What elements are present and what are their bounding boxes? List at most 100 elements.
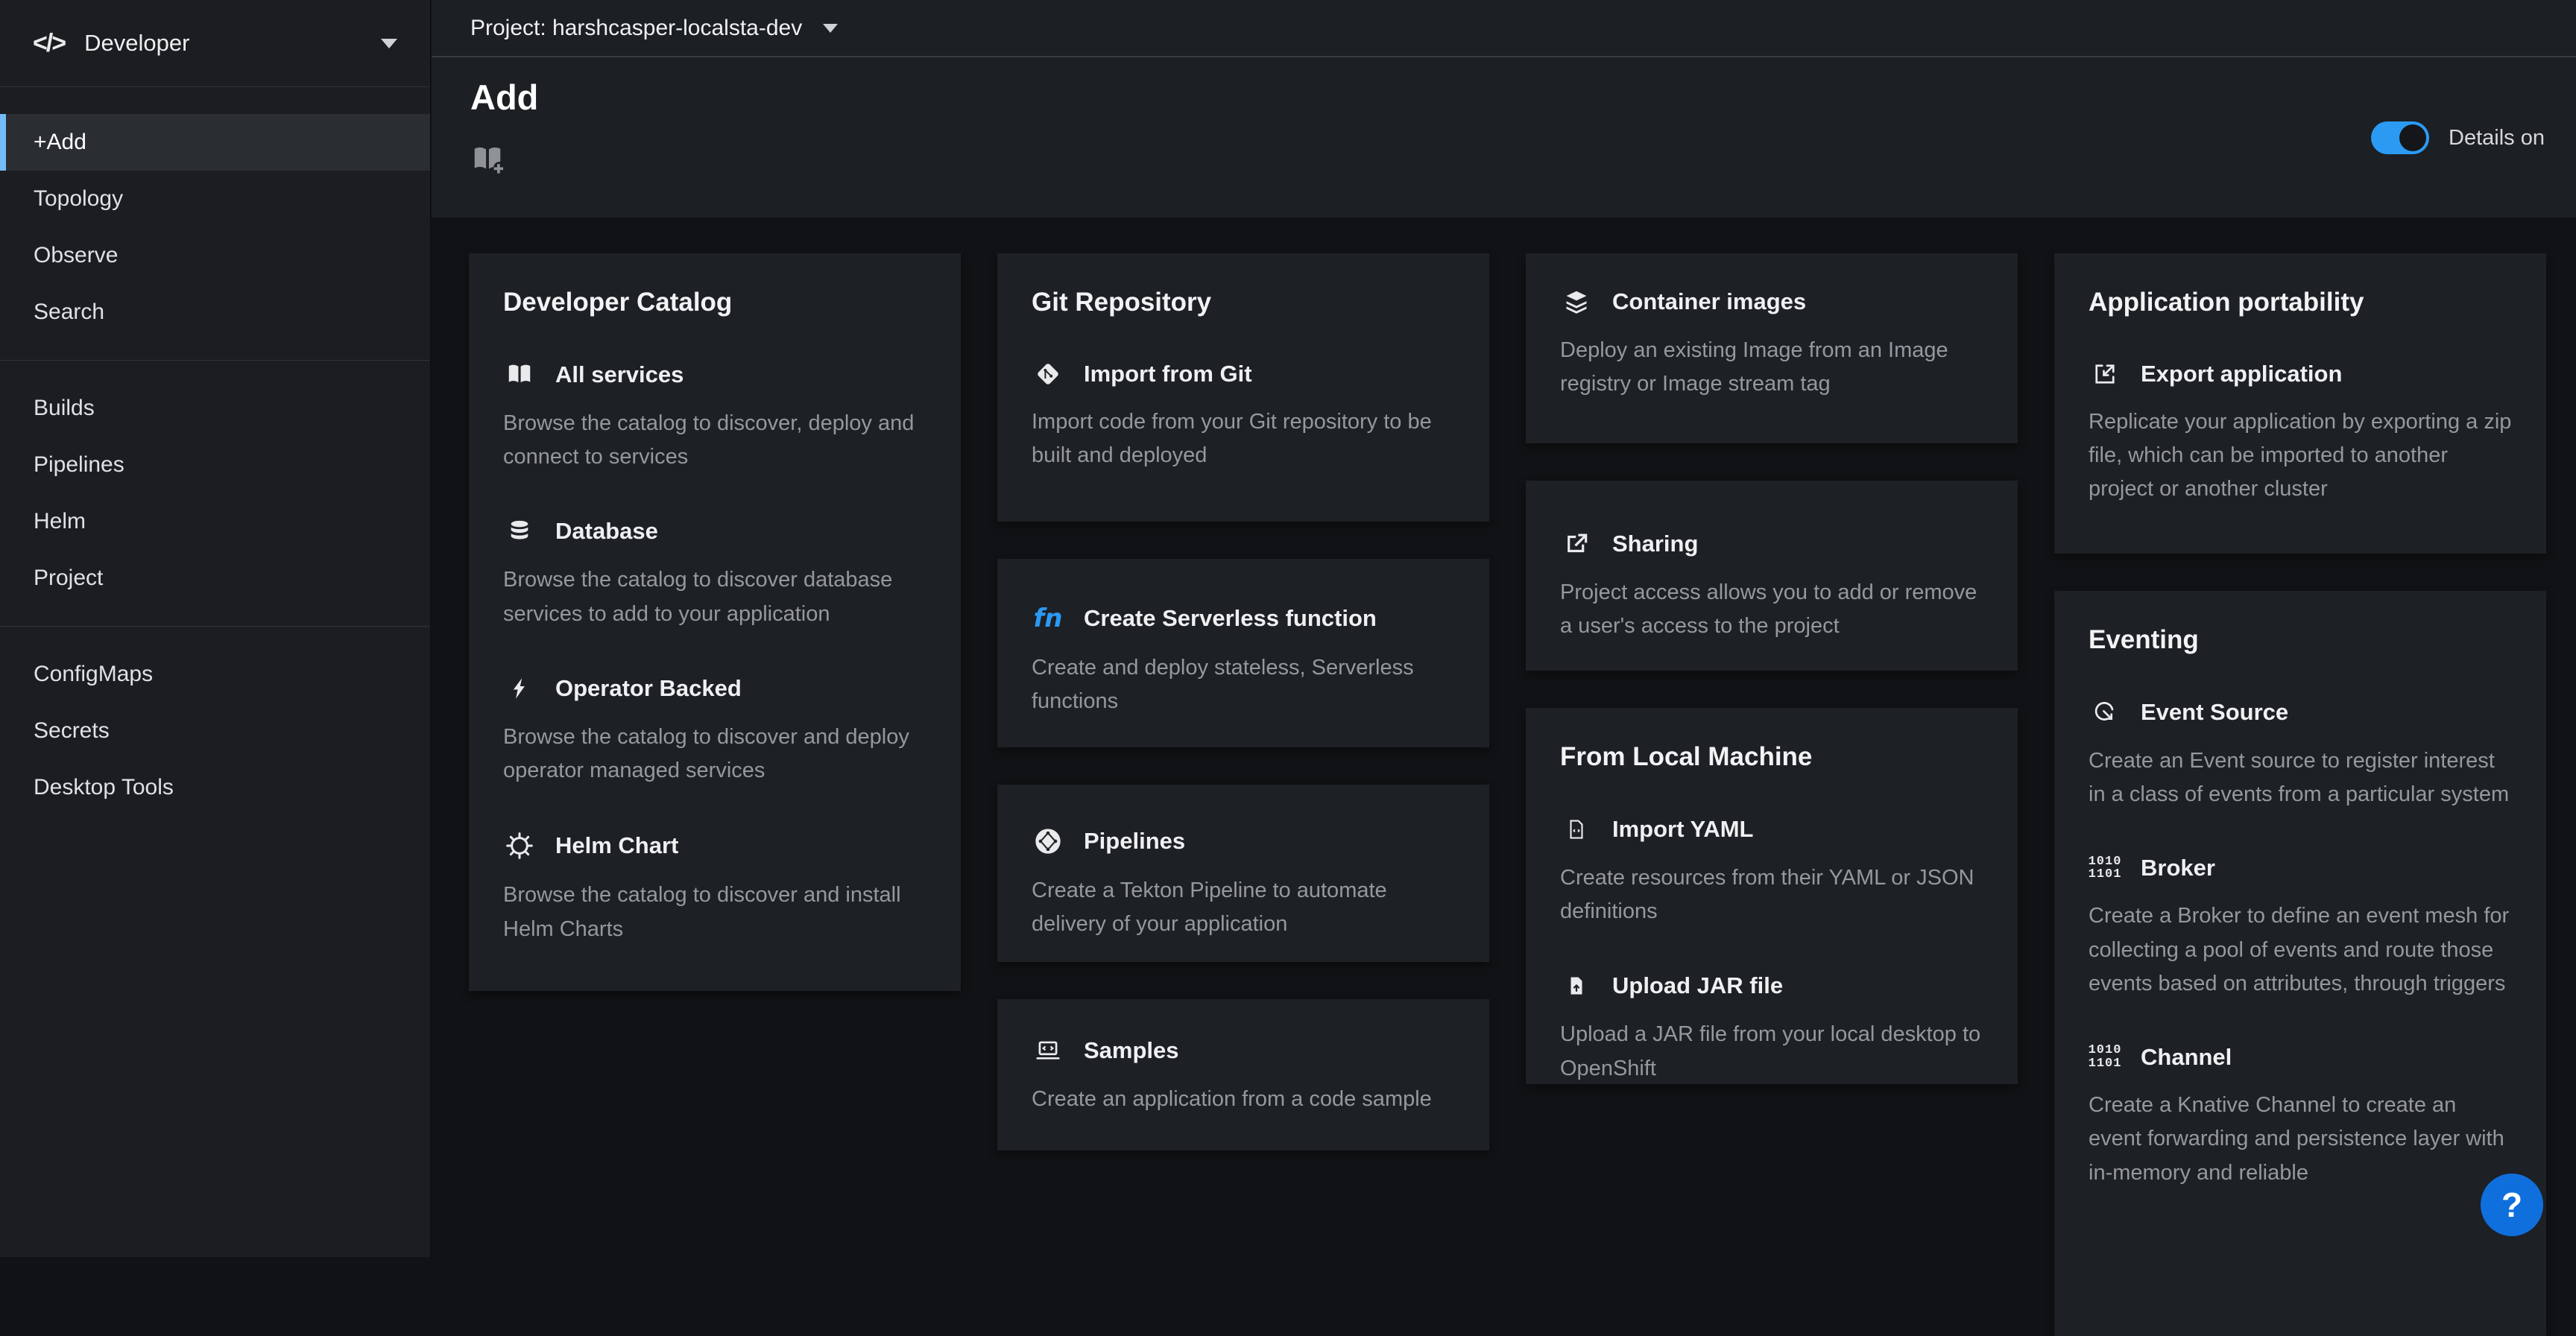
tile-title: All services (555, 361, 684, 388)
sidebar-divider (0, 360, 430, 361)
project-bar: Project: harshcasper-localsta-dev (432, 0, 2576, 57)
tile-upload-jar-file[interactable]: Upload JAR file Upload a JAR file from y… (1560, 972, 1983, 1084)
guided-tour-book-plus-icon[interactable] (470, 142, 505, 177)
tile-description: Create an application from a code sample (1032, 1083, 1455, 1116)
card-title: Developer Catalog (503, 288, 926, 317)
card-git-repository: Git Repository Import from Git (997, 253, 1489, 522)
perspective-switcher[interactable]: </> Developer (0, 0, 430, 87)
project-selector[interactable]: Project: harshcasper-localsta-dev (470, 16, 802, 41)
tile-title: Container images (1612, 288, 1806, 315)
tile-description: Browse the catalog to discover and deplo… (503, 721, 926, 788)
tile-channel[interactable]: 1010 1101 Channel Create a Knative Chann… (2089, 1044, 2512, 1190)
sidebar-item-secrets[interactable]: Secrets (0, 703, 430, 759)
sidebar-item-topology[interactable]: Topology (0, 171, 430, 227)
tile-broker[interactable]: 1010 1101 Broker Create a Broker to defi… (2089, 855, 2512, 1001)
helm-wheel-icon (503, 831, 536, 861)
tile-title: Pipelines (1084, 828, 1185, 855)
tile-description: Create resources from their YAML or JSON… (1560, 861, 1983, 928)
channel-icon: 1010 1101 (2089, 1044, 2121, 1071)
card-title: Eventing (2089, 625, 2512, 655)
card-samples: Samples Create an application from a cod… (997, 999, 1489, 1150)
tile-description: Deploy an existing Image from an Image r… (1560, 334, 1983, 401)
tile-title: Create Serverless function (1084, 605, 1377, 632)
chevron-down-icon (381, 39, 397, 48)
chevron-down-icon[interactable] (823, 24, 838, 33)
book-open-icon (503, 361, 536, 389)
tile-title: Import YAML (1612, 816, 1753, 843)
tile-description: Upload a JAR file from your local deskto… (1560, 1018, 1983, 1084)
help-button[interactable]: ? (2481, 1174, 2543, 1236)
tile-container-images[interactable]: Container images Deploy an existing Imag… (1560, 288, 1983, 401)
tile-database[interactable]: Database Browse the catalog to discover … (503, 517, 926, 630)
card-pipelines: Pipelines Create a Tekton Pipeline to au… (997, 785, 1489, 962)
sidebar-item-builds[interactable]: Builds (0, 380, 430, 437)
tile-export-application[interactable]: Export application Replicate your applic… (2089, 361, 2512, 507)
card-title: Git Repository (1032, 288, 1455, 317)
details-toggle-label: Details on (2449, 126, 2545, 151)
tile-event-source[interactable]: Event Source Create an Event source to r… (2089, 698, 2512, 811)
tile-title: Import from Git (1084, 361, 1252, 387)
tile-title: Operator Backed (555, 675, 742, 702)
main-area: Project: harshcasper-localsta-dev Add De… (432, 0, 2576, 1257)
export-icon (2089, 361, 2121, 387)
tile-description: Create an Event source to register inter… (2089, 744, 2512, 811)
details-toggle[interactable] (2371, 121, 2429, 154)
tile-description: Project access allows you to add or remo… (1560, 576, 1983, 643)
tile-description: Create a Tekton Pipeline to automate del… (1032, 874, 1455, 941)
tile-title: Helm Chart (555, 832, 678, 859)
tile-create-serverless-function[interactable]: fn Create Serverless function Create and… (1032, 604, 1455, 718)
card-eventing: Eventing Event Source Create an Event so… (2054, 591, 2546, 1336)
tile-import-yaml[interactable]: Import YAML Create resources from their … (1560, 815, 1983, 928)
perspective-label: Developer (84, 30, 189, 57)
tile-operator-backed[interactable]: Operator Backed Browse the catalog to di… (503, 674, 926, 788)
tile-sharing[interactable]: Sharing Project access allows you to add… (1560, 530, 1983, 643)
tile-title: Samples (1084, 1037, 1179, 1064)
broker-icon: 1010 1101 (2089, 855, 2121, 882)
tile-all-services[interactable]: All services Browse the catalog to disco… (503, 361, 926, 474)
git-icon (1032, 361, 1064, 387)
tile-description: Browse the catalog to discover, deploy a… (503, 407, 926, 474)
code-icon: </> (33, 29, 65, 58)
sidebar-divider (0, 626, 430, 627)
tile-title: Event Source (2141, 699, 2288, 726)
card-title: From Local Machine (1560, 742, 1983, 772)
sidebar-item-add[interactable]: +Add (0, 114, 430, 171)
tile-description: Create a Broker to define an event mesh … (2089, 899, 2512, 1001)
tile-title: Channel (2141, 1044, 2232, 1071)
sidebar-item-configmaps[interactable]: ConfigMaps (0, 646, 430, 703)
tile-samples[interactable]: Samples Create an application from a cod… (1032, 1036, 1455, 1116)
tile-description: Create and deploy stateless, Serverless … (1032, 651, 1455, 718)
sidebar-item-helm[interactable]: Helm (0, 493, 430, 550)
sidebar-item-desktop-tools[interactable]: Desktop Tools (0, 759, 430, 816)
database-icon (503, 517, 536, 545)
card-column: Git Repository Import from Git (997, 253, 1489, 1150)
pipelines-icon (1032, 826, 1064, 856)
samples-icon (1032, 1036, 1064, 1065)
tile-description: Import code from your Git repository to … (1032, 405, 1455, 472)
card-column: Container images Deploy an existing Imag… (1526, 253, 2018, 1084)
tile-import-from-git[interactable]: Import from Git Import code from your Gi… (1032, 361, 1455, 472)
sidebar: </> Developer +Add Topology Observe Sear… (0, 0, 431, 1257)
card-column: Developer Catalog All services Browse th… (469, 253, 961, 991)
yaml-file-icon (1560, 815, 1593, 843)
add-cards-area: Developer Catalog All services Browse th… (432, 218, 2576, 1257)
sidebar-item-observe[interactable]: Observe (0, 227, 430, 284)
tile-description: Browse the catalog to discover and insta… (503, 878, 926, 946)
tile-title: Database (555, 518, 658, 545)
page-title: Add (470, 77, 538, 118)
card-sharing: Sharing Project access allows you to add… (1526, 481, 2018, 671)
event-source-icon (2089, 698, 2121, 726)
sidebar-item-pipelines[interactable]: Pipelines (0, 437, 430, 493)
tile-description: Replicate your application by exporting … (2089, 405, 2512, 507)
card-column: Application portability Export applicati… (2054, 253, 2546, 1336)
bolt-icon (503, 674, 536, 703)
card-serverless-function: fn Create Serverless function Create and… (997, 559, 1489, 747)
share-icon (1560, 530, 1593, 558)
page-header: Add Details on (432, 57, 2576, 218)
sidebar-item-project[interactable]: Project (0, 550, 430, 607)
tile-title: Export application (2141, 361, 2342, 387)
sidebar-item-search[interactable]: Search (0, 284, 430, 341)
tile-helm-chart[interactable]: Helm Chart Browse the catalog to discove… (503, 831, 926, 946)
tile-pipelines[interactable]: Pipelines Create a Tekton Pipeline to au… (1032, 826, 1455, 941)
tile-description: Create a Knative Channel to create an ev… (2089, 1089, 2512, 1190)
